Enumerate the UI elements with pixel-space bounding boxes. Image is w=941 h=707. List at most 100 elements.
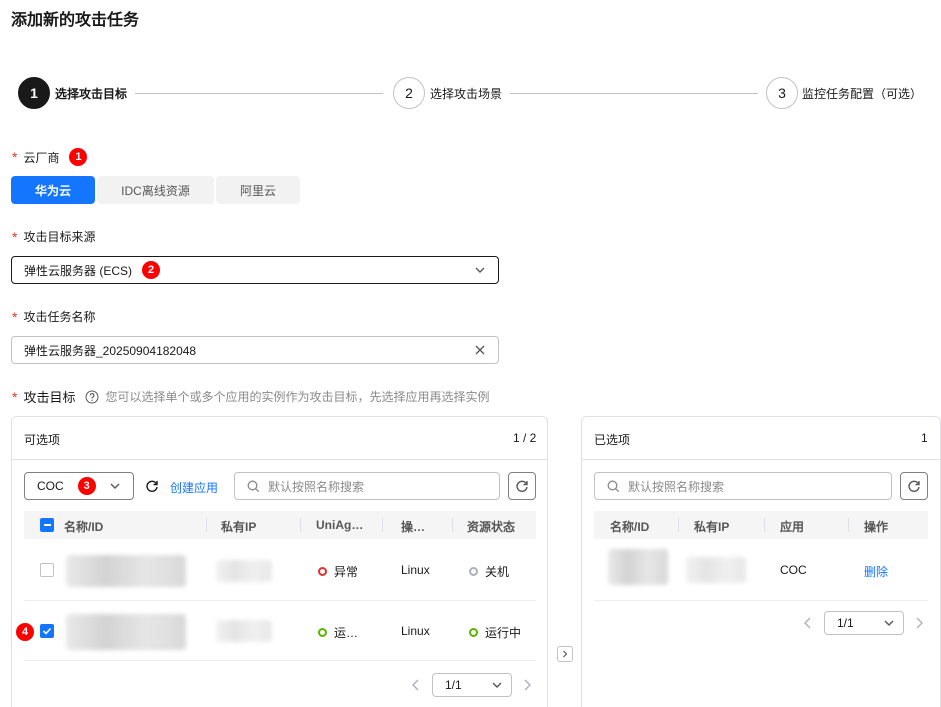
- redacted-ip: [216, 620, 272, 642]
- step-2-circle: 2: [393, 77, 425, 109]
- chevron-right-icon: [563, 650, 568, 658]
- cloud-option-idc[interactable]: IDC离线资源: [97, 176, 214, 204]
- row-checkbox-checked[interactable]: [40, 624, 54, 638]
- row-divider: [594, 600, 928, 601]
- step-marker-badge: 4: [16, 623, 34, 641]
- col-name: 名称/ID: [610, 520, 650, 534]
- available-title: 可选项: [24, 433, 61, 447]
- step-2-label: 选择攻击场景: [430, 87, 503, 101]
- cloud-option-huawei[interactable]: 华为云: [11, 176, 95, 204]
- col-divider: [206, 518, 207, 532]
- prev-page-icon[interactable]: [411, 679, 421, 691]
- page-title: 添加新的攻击任务: [11, 12, 140, 29]
- resource-status: 运行中: [469, 624, 521, 641]
- col-divider: [848, 518, 849, 532]
- search-icon: [247, 480, 260, 492]
- required-mark: *: [12, 149, 18, 165]
- attack-source-label: * 攻击目标来源: [12, 228, 96, 245]
- chevron-down-icon: [492, 682, 502, 688]
- col-private-ip: 私有IP: [221, 520, 257, 534]
- step-connector: [135, 93, 383, 94]
- cloud-vendor-label: * 云厂商 1: [12, 148, 88, 166]
- create-app-link[interactable]: 创建应用: [170, 479, 218, 496]
- running-status-icon: [318, 628, 327, 637]
- col-private-ip: 私有IP: [694, 520, 730, 534]
- uniagent-status: 异常: [318, 563, 358, 580]
- redacted-ip: [216, 560, 272, 582]
- col-divider: [678, 518, 679, 532]
- attack-targets-hint: 您可以选择单个或多个应用的实例作为攻击目标，先选择应用再选择实例: [105, 390, 490, 404]
- next-page-icon[interactable]: [914, 617, 924, 629]
- step-3-label: 监控任务配置（可选）: [802, 87, 923, 101]
- uniagent-status: 运…: [318, 624, 358, 641]
- redacted-ip: [686, 557, 746, 583]
- col-divider: [764, 518, 765, 532]
- refresh-icon: [908, 480, 920, 492]
- step-1-circle: 1: [18, 77, 50, 109]
- col-app: 应用: [780, 520, 805, 534]
- cloud-option-aliyun[interactable]: 阿里云: [216, 176, 300, 204]
- step-marker-badge: 1: [69, 148, 88, 166]
- col-divider: [382, 518, 383, 532]
- os-cell: Linux: [401, 624, 430, 638]
- available-page-select[interactable]: 1/1: [432, 673, 512, 697]
- app-cell: COC: [780, 563, 807, 577]
- divider: [582, 459, 940, 460]
- row-divider: [24, 600, 536, 601]
- selected-refresh-button[interactable]: [900, 472, 928, 500]
- col-divider: [300, 518, 301, 532]
- help-icon[interactable]: [85, 390, 99, 404]
- row-divider: [24, 660, 536, 661]
- search-icon: [607, 480, 620, 492]
- check-icon: [42, 627, 52, 635]
- redacted-name: [66, 555, 186, 587]
- chevron-down-icon: [475, 267, 485, 273]
- col-resource-status: 资源状态: [467, 520, 516, 534]
- step-3-circle: 3: [766, 77, 798, 109]
- clear-icon[interactable]: [474, 344, 486, 356]
- required-mark: *: [12, 228, 18, 245]
- redacted-name: [66, 614, 186, 650]
- step-marker-badge: 2: [142, 261, 161, 279]
- attack-source-select[interactable]: 弹性云服务器 (ECS) 2: [11, 256, 499, 284]
- col-name: 名称/ID: [64, 520, 104, 534]
- step-1-label: 选择攻击目标: [55, 87, 128, 101]
- available-search-input[interactable]: 默认按照名称搜索: [234, 472, 500, 500]
- col-os: 操…: [401, 520, 426, 534]
- task-name-input[interactable]: 弹性云服务器_20250904182048: [11, 336, 499, 364]
- prev-page-icon[interactable]: [803, 617, 813, 629]
- col-divider: [452, 518, 453, 532]
- selected-search-input[interactable]: 默认按照名称搜索: [594, 472, 892, 500]
- resource-status: 关机: [469, 563, 509, 580]
- divider: [12, 459, 547, 460]
- indeterminate-icon: [43, 524, 51, 526]
- col-action: 操作: [864, 520, 889, 534]
- row-checkbox[interactable]: [40, 563, 54, 577]
- chevron-down-icon: [884, 620, 894, 626]
- os-cell: Linux: [401, 563, 430, 577]
- required-mark: *: [12, 388, 18, 405]
- available-refresh-button[interactable]: [508, 472, 536, 500]
- next-page-icon[interactable]: [522, 679, 532, 691]
- attack-targets-label: * 攻击目标 您可以选择单个或多个应用的实例作为攻击目标，先选择应用再选择实例: [12, 388, 490, 406]
- error-status-icon: [318, 567, 327, 576]
- chevron-down-icon: [110, 483, 120, 489]
- app-select[interactable]: COC 3: [24, 472, 134, 500]
- stopped-status-icon: [469, 567, 478, 576]
- redacted-name: [608, 549, 668, 585]
- selected-page-select[interactable]: 1/1: [824, 611, 904, 635]
- delete-link[interactable]: 删除: [864, 563, 888, 580]
- step-marker-badge: 3: [77, 477, 96, 495]
- transfer-right-button[interactable]: [557, 646, 573, 662]
- step-connector: [510, 93, 758, 94]
- refresh-icon[interactable]: [145, 479, 159, 493]
- selected-count: 1: [921, 431, 928, 445]
- running-status-icon: [469, 628, 478, 637]
- required-mark: *: [12, 308, 18, 325]
- col-uniagent: UniAg…: [316, 518, 364, 532]
- available-count: 1 / 2: [513, 431, 537, 445]
- selected-title: 已选项: [594, 433, 631, 447]
- refresh-icon: [516, 480, 528, 492]
- select-all-checkbox[interactable]: [40, 518, 54, 532]
- task-name-label: * 攻击任务名称: [12, 308, 96, 325]
